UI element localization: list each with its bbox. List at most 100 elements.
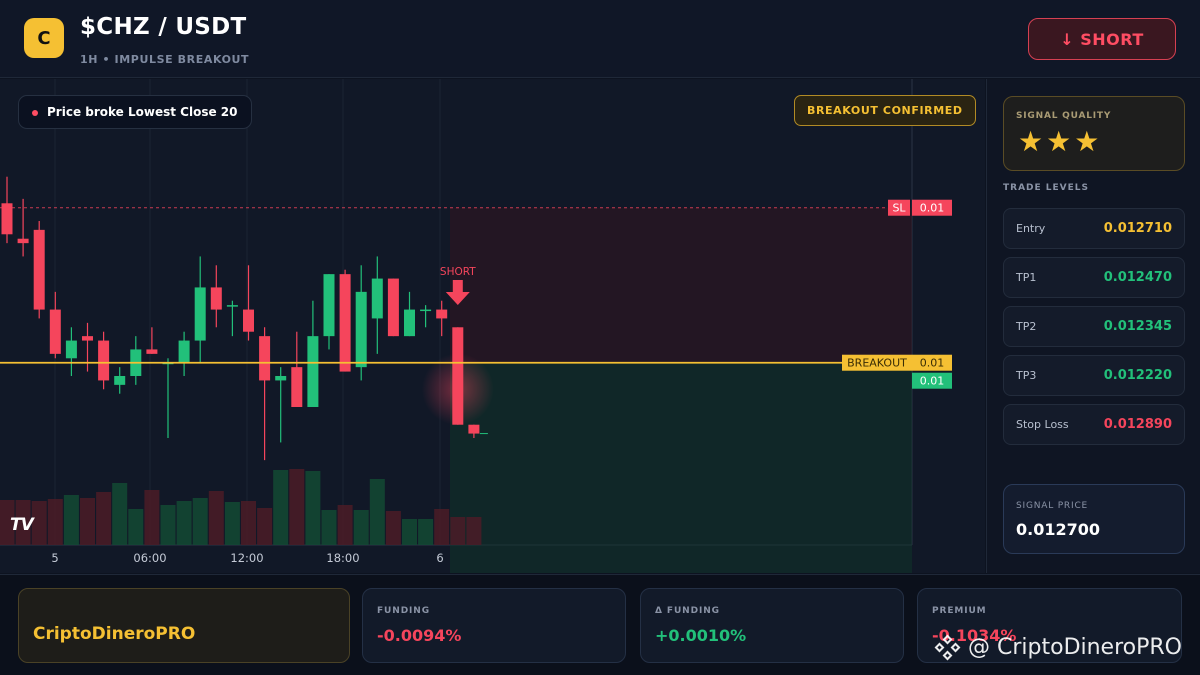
volume-bar — [47, 499, 63, 545]
volume-bar — [176, 501, 192, 545]
sl-price-tag: 0.01 — [920, 202, 945, 215]
volume-bar — [63, 495, 79, 545]
reward-zone — [450, 362, 912, 573]
volume-bar — [241, 501, 256, 545]
volume-bar — [353, 510, 369, 545]
candle-body — [323, 274, 335, 337]
volume-bar — [466, 517, 482, 545]
candle-body — [49, 309, 61, 354]
candle-body — [404, 309, 415, 337]
level-name: TP2 — [1016, 320, 1037, 333]
candle-body — [17, 238, 29, 244]
x-tick-label: 06:00 — [133, 551, 166, 565]
brand-name: CriptoDineroPRO — [33, 624, 196, 644]
premium-label: PREMIUM — [932, 606, 987, 616]
sl-tag: SL — [892, 202, 906, 215]
short-marker-label: SHORT — [440, 266, 476, 278]
volume-bar — [337, 505, 353, 545]
page-title: $CHZ / USDT — [80, 14, 247, 40]
funding-value: -0.0094% — [377, 626, 462, 645]
signal-price-value: 0.012700 — [1016, 520, 1101, 539]
level-row-tp2: TP2 0.012345 — [1003, 306, 1185, 347]
signal-quality-label: SIGNAL QUALITY — [1016, 111, 1112, 121]
level-value: 0.012890 — [1103, 417, 1172, 432]
candle-body — [436, 309, 448, 319]
volume-bar — [112, 483, 128, 545]
signal-price-card: SIGNAL PRICE 0.012700 — [1003, 484, 1185, 554]
candle-body — [468, 424, 480, 434]
level-row-tp1: TP1 0.012470 — [1003, 257, 1185, 298]
status-pill: Price broke Lowest Close 20 — [18, 95, 253, 129]
volume-bar — [385, 511, 401, 545]
level-name: TP3 — [1016, 369, 1037, 382]
delta-funding-card: Δ FUNDING +0.0010% — [640, 588, 904, 663]
x-tick-label: 18:00 — [326, 551, 359, 565]
footer: CriptoDineroPRO FUNDING -0.0094% Δ FUNDI… — [0, 574, 1200, 675]
volume-bar — [80, 498, 95, 545]
binance-square-icon — [934, 634, 961, 660]
short-button[interactable]: ↓ SHORT — [1028, 18, 1176, 60]
candle-body — [420, 309, 432, 312]
volume-bar — [128, 509, 144, 545]
candle-body — [387, 278, 399, 337]
candle-body — [275, 376, 287, 381]
breakout-price-tag: 0.01 — [920, 357, 945, 370]
volume-bar — [434, 509, 450, 545]
candle-body — [339, 274, 351, 372]
candle-body — [146, 349, 158, 354]
volume-bar — [369, 479, 385, 545]
volume-bar — [273, 470, 289, 545]
candle-body — [178, 340, 190, 363]
volume-bar — [289, 469, 305, 545]
volume-bar — [224, 502, 240, 545]
price-chart[interactable]: SL 0.01 BREAKOUT 0.01 0.01 SHORT 5 06:00 12:00 18… — [0, 79, 985, 573]
volume-bar — [402, 519, 417, 545]
level-value: 0.012470 — [1103, 270, 1172, 285]
level-row-stop-loss: Stop Loss 0.012890 — [1003, 404, 1185, 445]
x-tick-label: 6 — [436, 551, 443, 565]
candle-body — [194, 287, 206, 341]
risk-zone — [450, 207, 912, 363]
candle-body — [355, 291, 367, 368]
candle-body — [259, 336, 271, 381]
page-subtitle: 1H • IMPULSE BREAKOUT — [80, 53, 250, 66]
candle-body — [98, 340, 110, 381]
breakout-glow — [421, 353, 494, 426]
candle-body — [65, 340, 77, 359]
level-name: TP1 — [1016, 271, 1037, 284]
watermark: @ CriptoDineroPRO — [934, 634, 1182, 660]
x-tick-label: 5 — [51, 551, 58, 565]
volume-bar — [450, 517, 466, 545]
level-name: Entry — [1016, 222, 1046, 235]
level-row-entry: Entry 0.012710 — [1003, 208, 1185, 249]
breakout-confirmed-badge: BREAKOUT CONFIRMED — [794, 95, 976, 126]
funding-label: FUNDING — [377, 606, 431, 616]
candle-body — [33, 229, 45, 310]
volume-bar — [144, 490, 160, 545]
level-value: 0.012345 — [1103, 319, 1172, 334]
signal-price-label: SIGNAL PRICE — [1016, 501, 1089, 511]
signal-quality-card: SIGNAL QUALITY ★★★ — [1003, 96, 1185, 171]
volume-bar — [305, 471, 321, 545]
trade-levels-label: TRADE LEVELS — [1003, 183, 1089, 193]
volume-bar — [160, 505, 176, 545]
header: C $CHZ / USDT 1H • IMPULSE BREAKOUT ↓ SH… — [0, 0, 1200, 78]
chart-canvas[interactable]: SL 0.01 BREAKOUT 0.01 0.01 SHORT 5 06:00 12:00 18… — [0, 79, 985, 573]
delta-funding-label: Δ FUNDING — [655, 606, 720, 616]
volume-bar — [96, 492, 112, 545]
watermark-text: @ CriptoDineroPRO — [968, 635, 1182, 660]
volume-bar — [31, 501, 47, 545]
candle-body — [82, 336, 93, 341]
level-name: Stop Loss — [1016, 418, 1069, 431]
coin-logo-icon: C — [24, 18, 64, 58]
signal-panel: SIGNAL QUALITY ★★★ TRADE LEVELS Entry 0.… — [986, 79, 1200, 573]
candle-body — [371, 278, 383, 319]
candle-body — [226, 305, 238, 307]
candle-body — [210, 287, 222, 310]
candle-body — [307, 336, 319, 407]
volume-bar — [257, 508, 273, 545]
level-value: 0.012220 — [1103, 368, 1172, 383]
volume-bar — [208, 491, 224, 545]
volume-bar — [418, 519, 434, 545]
brand-card: CriptoDineroPRO — [18, 588, 350, 663]
